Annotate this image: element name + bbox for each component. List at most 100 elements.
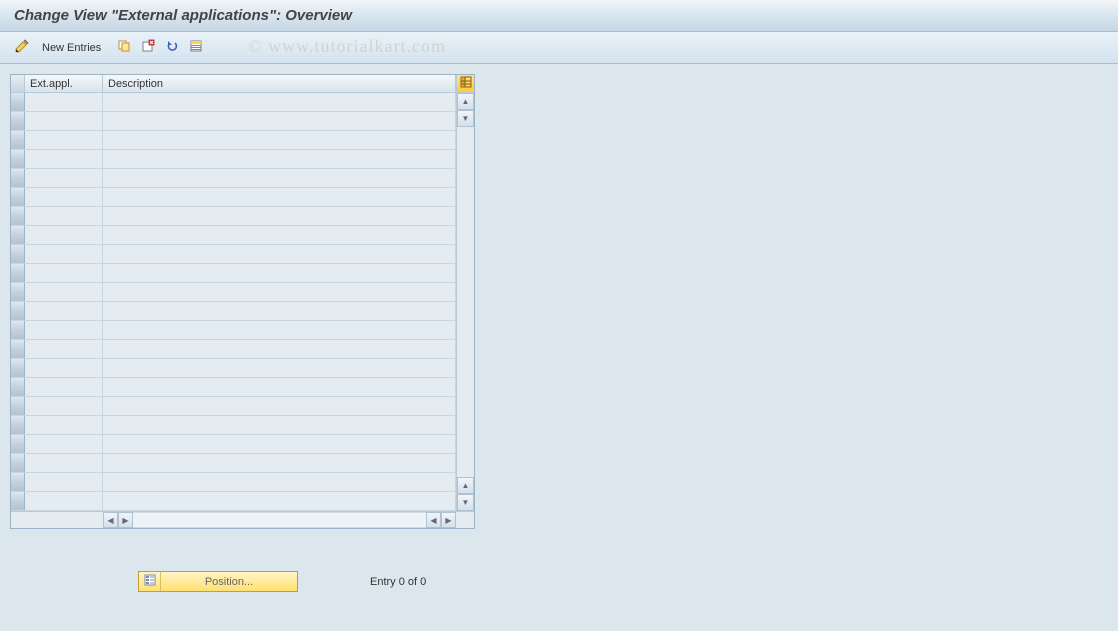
triangle-up-icon: ▲: [462, 97, 470, 106]
cell-description[interactable]: [103, 435, 456, 453]
cell-ext-appl[interactable]: [25, 264, 103, 282]
copy-button[interactable]: [115, 38, 133, 58]
cell-description[interactable]: [103, 416, 456, 434]
cell-description[interactable]: [103, 473, 456, 491]
row-selector[interactable]: [11, 454, 25, 472]
cell-description[interactable]: [103, 492, 456, 510]
cell-description[interactable]: [103, 226, 456, 244]
page-title: Change View "External applications": Ove…: [14, 7, 352, 24]
column-header-ext-appl[interactable]: Ext.appl.: [25, 75, 103, 92]
cell-ext-appl[interactable]: [25, 169, 103, 187]
cell-description[interactable]: [103, 150, 456, 168]
cell-ext-appl[interactable]: [25, 397, 103, 415]
cell-ext-appl[interactable]: [25, 359, 103, 377]
row-selector[interactable]: [11, 340, 25, 358]
row-selector[interactable]: [11, 359, 25, 377]
cell-ext-appl[interactable]: [25, 492, 103, 510]
scroll-down-small-button[interactable]: ▼: [457, 110, 474, 127]
cell-ext-appl[interactable]: [25, 473, 103, 491]
undo-button[interactable]: [163, 38, 181, 58]
row-selector[interactable]: [11, 283, 25, 301]
vertical-scrollbar[interactable]: ▲ ▼ ▲ ▼: [456, 93, 474, 511]
row-selector[interactable]: [11, 435, 25, 453]
cell-description[interactable]: [103, 245, 456, 263]
cell-ext-appl[interactable]: [25, 131, 103, 149]
row-selector[interactable]: [11, 321, 25, 339]
column-header-description[interactable]: Description: [103, 75, 456, 92]
cell-description[interactable]: [103, 169, 456, 187]
cell-ext-appl[interactable]: [25, 321, 103, 339]
table-row: [11, 321, 456, 340]
cell-ext-appl[interactable]: [25, 112, 103, 130]
cell-ext-appl[interactable]: [25, 245, 103, 263]
row-selector[interactable]: [11, 492, 25, 510]
cell-description[interactable]: [103, 378, 456, 396]
scroll-left-button[interactable]: ◀: [103, 512, 118, 528]
table-row: [11, 245, 456, 264]
row-selector[interactable]: [11, 131, 25, 149]
scroll-up-small-button[interactable]: ▲: [457, 477, 474, 494]
row-selector[interactable]: [11, 207, 25, 225]
row-selector[interactable]: [11, 93, 25, 111]
scroll-left-small-button[interactable]: ◀: [426, 512, 441, 528]
table-config-button[interactable]: [456, 75, 474, 92]
row-selector[interactable]: [11, 416, 25, 434]
cell-description[interactable]: [103, 321, 456, 339]
scroll-right-small-button[interactable]: ▶: [118, 512, 133, 528]
cell-ext-appl[interactable]: [25, 226, 103, 244]
table-row: [11, 378, 456, 397]
horizontal-scrollbar[interactable]: ◀ ▶ ◀ ▶: [11, 511, 474, 528]
row-selector-header[interactable]: [11, 75, 25, 92]
cell-ext-appl[interactable]: [25, 188, 103, 206]
scroll-down-button[interactable]: ▼: [457, 494, 474, 511]
cell-description[interactable]: [103, 131, 456, 149]
cell-description[interactable]: [103, 359, 456, 377]
cell-description[interactable]: [103, 112, 456, 130]
edit-button[interactable]: [12, 38, 32, 58]
cell-description[interactable]: [103, 340, 456, 358]
cell-description[interactable]: [103, 93, 456, 111]
cell-description[interactable]: [103, 264, 456, 282]
table-row: [11, 169, 456, 188]
entry-count-text: Entry 0 of 0: [370, 576, 426, 588]
cell-description[interactable]: [103, 283, 456, 301]
cell-description[interactable]: [103, 302, 456, 320]
new-entries-button[interactable]: New Entries: [38, 38, 109, 58]
row-selector[interactable]: [11, 302, 25, 320]
row-selector[interactable]: [11, 226, 25, 244]
delete-button[interactable]: [139, 38, 157, 58]
hscroll-track[interactable]: [133, 512, 426, 528]
select-all-button[interactable]: [187, 38, 205, 58]
row-selector[interactable]: [11, 397, 25, 415]
triangle-right-icon: ▶: [445, 516, 451, 525]
triangle-left-icon: ◀: [430, 516, 436, 525]
cell-ext-appl[interactable]: [25, 302, 103, 320]
title-bar: Change View "External applications": Ove…: [0, 0, 1118, 32]
cell-ext-appl[interactable]: [25, 340, 103, 358]
cell-ext-appl[interactable]: [25, 283, 103, 301]
scroll-right-button[interactable]: ▶: [441, 512, 456, 528]
cell-description[interactable]: [103, 397, 456, 415]
scroll-up-button[interactable]: ▲: [457, 93, 474, 110]
cell-ext-appl[interactable]: [25, 435, 103, 453]
row-selector[interactable]: [11, 150, 25, 168]
row-selector[interactable]: [11, 169, 25, 187]
position-button[interactable]: Position...: [138, 571, 298, 592]
cell-ext-appl[interactable]: [25, 454, 103, 472]
row-selector[interactable]: [11, 245, 25, 263]
row-selector[interactable]: [11, 264, 25, 282]
cell-ext-appl[interactable]: [25, 207, 103, 225]
row-selector[interactable]: [11, 378, 25, 396]
cell-ext-appl[interactable]: [25, 416, 103, 434]
cell-description[interactable]: [103, 207, 456, 225]
table-row: [11, 473, 456, 492]
scroll-track[interactable]: [457, 127, 474, 477]
cell-description[interactable]: [103, 454, 456, 472]
cell-ext-appl[interactable]: [25, 93, 103, 111]
cell-ext-appl[interactable]: [25, 150, 103, 168]
row-selector[interactable]: [11, 473, 25, 491]
cell-ext-appl[interactable]: [25, 378, 103, 396]
row-selector[interactable]: [11, 112, 25, 130]
row-selector[interactable]: [11, 188, 25, 206]
cell-description[interactable]: [103, 188, 456, 206]
